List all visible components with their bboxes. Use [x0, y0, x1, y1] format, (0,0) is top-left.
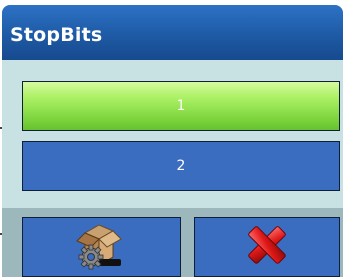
ok-button[interactable] [22, 217, 181, 277]
screen: StopBits 1 2 [0, 0, 350, 277]
title-bar: StopBits [2, 5, 343, 60]
red-x-icon [243, 221, 291, 274]
dialog-title: StopBits [10, 24, 103, 46]
option-1-button[interactable]: 1 [22, 81, 340, 131]
option-2-button[interactable]: 2 [22, 141, 340, 191]
options-panel: 1 2 [2, 60, 343, 208]
bottom-toolbar [2, 208, 343, 277]
option-1-label: 1 [176, 98, 186, 114]
cancel-button[interactable] [194, 217, 340, 277]
gear-box-icon [69, 219, 135, 276]
option-2-label: 2 [176, 158, 186, 174]
stopbits-dialog: StopBits 1 2 [2, 5, 343, 277]
